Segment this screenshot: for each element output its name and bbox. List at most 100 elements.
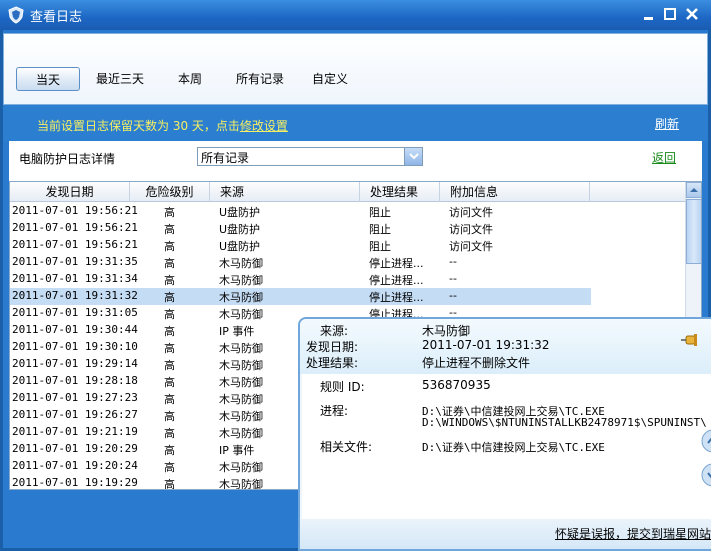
row-level: 高	[164, 342, 175, 355]
row-result: 停止进程...	[369, 257, 424, 270]
refresh-link[interactable]: 刷新	[655, 115, 679, 132]
tab-last-three-days[interactable]: 最近三天	[88, 67, 152, 91]
row-level: 高	[164, 461, 175, 474]
tab-custom[interactable]: 自定义	[304, 67, 356, 91]
expand-collapse-icon[interactable]	[697, 429, 711, 495]
log-filter-select[interactable]: 所有记录	[197, 147, 423, 166]
row-date: 2011-07-01 19:31:05	[12, 306, 138, 319]
popup-source-label: 来源:	[320, 324, 349, 338]
tab-today[interactable]: 当天	[16, 67, 80, 91]
row-level: 高	[164, 257, 175, 270]
popup-result-label: 处理结果:	[306, 356, 359, 370]
row-level: 高	[164, 274, 175, 287]
popup-process-label: 进程:	[320, 404, 349, 418]
scroll-thumb[interactable]	[686, 199, 701, 264]
detail-popup: 来源: 木马防御 发现日期: 2011-07-01 19:31:32 处理结果:…	[298, 317, 711, 551]
table-row[interactable]: 2011-07-01 19:31:32 高 木马防御 停止进程... --	[10, 288, 591, 305]
popup-date-value: 2011-07-01 19:31:32	[422, 338, 550, 352]
row-source: 木马防御	[219, 308, 263, 321]
column-source[interactable]: 来源	[210, 182, 360, 202]
row-source: U盘防护	[219, 223, 261, 236]
row-source: 木马防御	[219, 478, 263, 490]
row-date: 2011-07-01 19:56:21	[12, 238, 138, 251]
tab-all-records[interactable]: 所有记录	[230, 67, 290, 91]
row-date: 2011-07-01 19:31:34	[12, 272, 138, 285]
popup-source-value: 木马防御	[422, 324, 471, 338]
row-level: 高	[164, 291, 175, 304]
column-date[interactable]: 发现日期	[10, 182, 130, 202]
table-row[interactable]: 2011-07-01 19:56:21 高 U盘防护 阻止 访问文件	[10, 220, 685, 237]
table-row[interactable]: 2011-07-01 19:31:34 高 木马防御 停止进程... --	[10, 271, 685, 288]
row-date: 2011-07-01 19:30:44	[12, 323, 138, 336]
row-level: 高	[164, 410, 175, 423]
row-level: 高	[164, 478, 175, 490]
popup-rule-value: 536870935	[422, 378, 491, 392]
modify-settings-link[interactable]: 修改设置	[240, 119, 288, 133]
row-level: 高	[164, 359, 175, 372]
row-level: 高	[164, 393, 175, 406]
row-info: 访问文件	[449, 223, 493, 236]
row-source: 木马防御	[219, 410, 263, 423]
row-info: --	[449, 255, 457, 268]
row-info: 访问文件	[449, 206, 493, 219]
row-date: 2011-07-01 19:27:23	[12, 391, 138, 404]
row-source: IP 事件	[219, 444, 255, 457]
log-filter-value: 所有记录	[201, 151, 250, 165]
row-info: --	[449, 272, 457, 285]
minimize-icon[interactable]	[641, 6, 657, 22]
row-source: 木马防御	[219, 376, 263, 389]
retention-notice-text: 当前设置日志保留天数为 30 天，点击	[37, 119, 240, 133]
row-level: 高	[164, 427, 175, 440]
window-title: 查看日志	[30, 10, 83, 25]
row-info: 访问文件	[449, 240, 493, 253]
chevron-down-icon[interactable]	[404, 148, 422, 165]
column-info[interactable]: 附加信息	[440, 182, 590, 202]
row-source: 木马防御	[219, 342, 263, 355]
retention-notice: 当前设置日志保留天数为 30 天，点击修改设置	[37, 117, 288, 134]
table-row[interactable]: 2011-07-01 19:31:35 高 木马防御 停止进程... --	[10, 254, 685, 271]
row-result: 阻止	[369, 223, 391, 236]
row-source: U盘防护	[219, 240, 261, 253]
row-date: 2011-07-01 19:29:14	[12, 357, 138, 370]
row-source: 木马防御	[219, 359, 263, 372]
row-source: IP 事件	[219, 325, 255, 338]
shield-app-icon	[8, 6, 24, 24]
table-header: 发现日期 危险级别 来源 处理结果 附加信息	[10, 182, 685, 202]
tab-this-week[interactable]: 本周	[166, 67, 214, 91]
popup-date-label: 发现日期:	[306, 340, 359, 354]
row-source: 木马防御	[219, 427, 263, 440]
row-level: 高	[164, 376, 175, 389]
row-date: 2011-07-01 19:31:35	[12, 255, 138, 268]
column-result[interactable]: 处理结果	[360, 182, 440, 202]
scroll-up-icon[interactable]	[686, 182, 701, 198]
row-date: 2011-07-01 19:31:32	[12, 289, 138, 302]
row-level: 高	[164, 240, 175, 253]
row-result: 停止进程...	[369, 274, 424, 287]
back-link[interactable]: 返回	[652, 149, 676, 166]
row-info: --	[449, 289, 457, 302]
row-source: U盘防护	[219, 206, 261, 219]
row-result: 停止进程...	[369, 291, 424, 304]
row-source: 木马防御	[219, 461, 263, 474]
row-level: 高	[164, 444, 175, 457]
row-date: 2011-07-01 19:19:29	[12, 476, 138, 489]
table-row[interactable]: 2011-07-01 19:56:21 高 U盘防护 阻止 访问文件	[10, 237, 685, 254]
popup-file-value: D:\证券\中信建投网上交易\TC.EXE	[422, 441, 605, 454]
row-level: 高	[164, 223, 175, 236]
row-date: 2011-07-01 19:56:21	[12, 204, 138, 217]
maximize-icon[interactable]	[662, 6, 678, 22]
row-date: 2011-07-01 19:20:29	[12, 442, 138, 455]
row-level: 高	[164, 308, 175, 321]
table-row[interactable]: 2011-07-01 19:56:21 高 U盘防护 阻止 访问文件	[10, 203, 685, 220]
close-icon[interactable]	[684, 6, 700, 22]
row-source: 木马防御	[219, 274, 263, 287]
report-false-positive-link[interactable]: 怀疑是误报，提交到瑞星网站	[555, 525, 711, 542]
row-source: 木马防御	[219, 257, 263, 270]
row-source: 木马防御	[219, 393, 263, 406]
row-date: 2011-07-01 19:26:27	[12, 408, 138, 421]
column-level[interactable]: 危险级别	[130, 182, 210, 202]
row-date: 2011-07-01 19:20:24	[12, 459, 138, 472]
pin-icon[interactable]	[680, 333, 700, 347]
row-date: 2011-07-01 19:30:10	[12, 340, 138, 353]
row-result: 阻止	[369, 240, 391, 253]
